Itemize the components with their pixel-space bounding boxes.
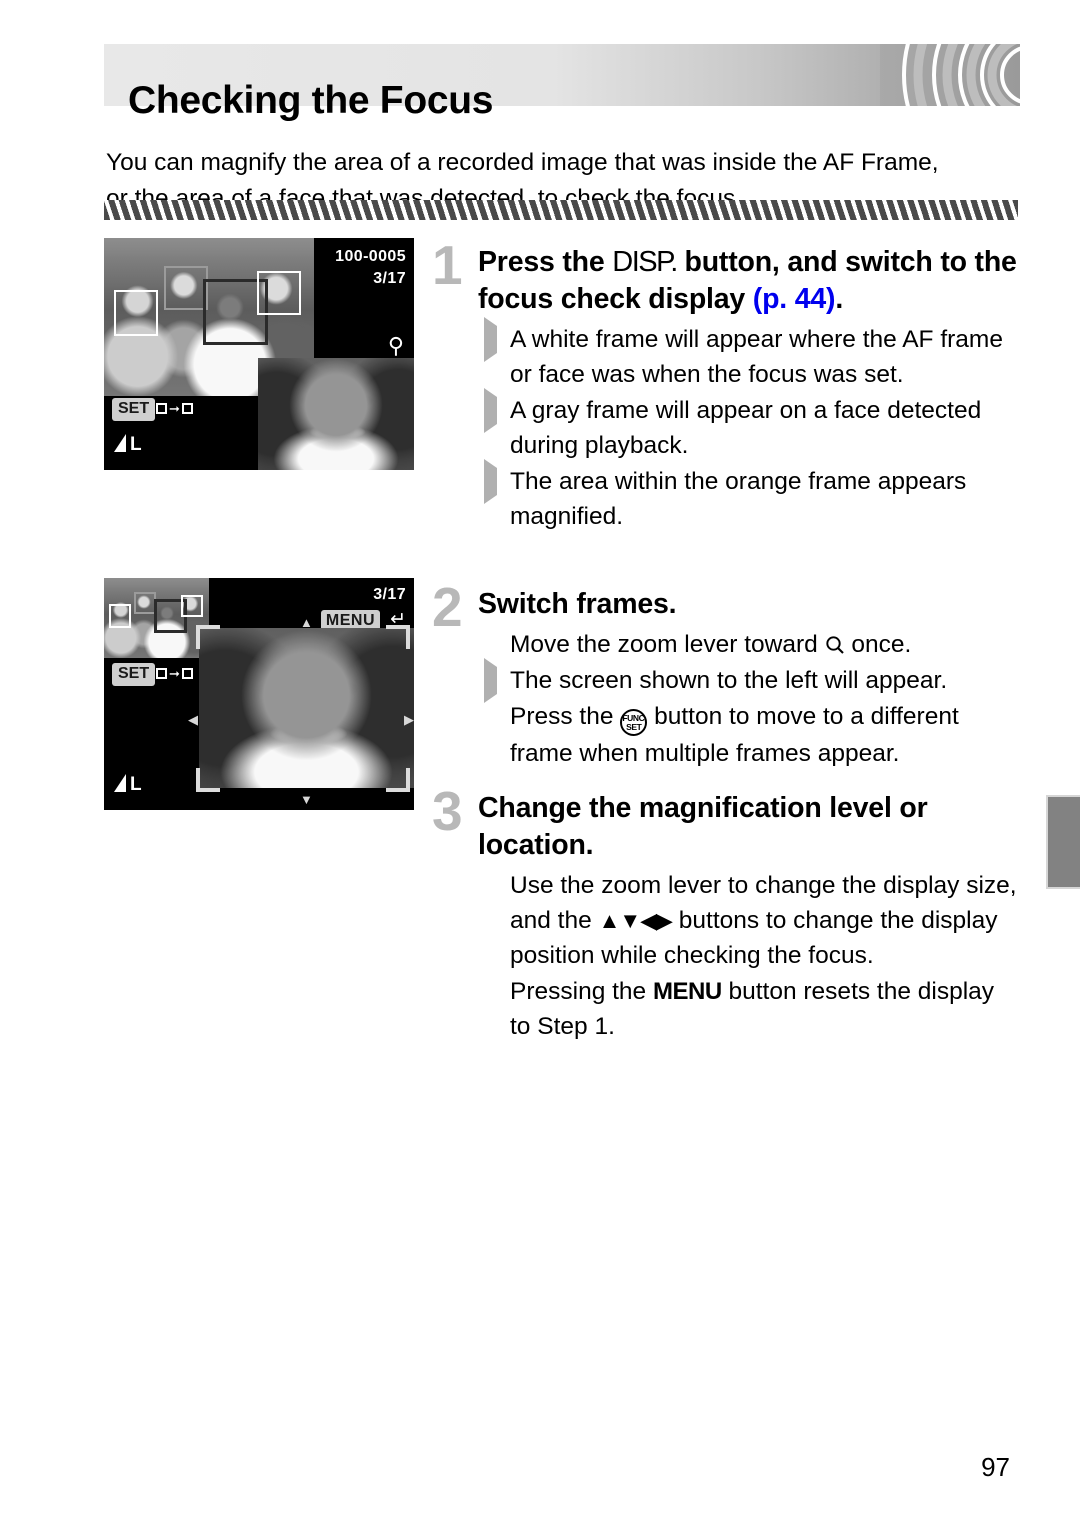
- quality-label: L: [130, 774, 142, 795]
- magnified-face-view: [199, 628, 414, 788]
- step-3: 3 Change the magnification level or loca…: [432, 784, 1020, 1045]
- frame-square-a: [156, 403, 167, 415]
- triangle-bullet-icon: [478, 388, 500, 433]
- bracket-bottom-right: [386, 768, 410, 792]
- af-frame-white-1: [109, 604, 131, 628]
- set-action-icon: ➞: [156, 400, 193, 418]
- chapter-tab-marker: [1046, 795, 1080, 889]
- arrow-right-icon: ➞: [169, 665, 180, 681]
- bullet-text-before: Press the: [510, 703, 621, 730]
- bullet-item: A gray frame will appear on a face detec…: [478, 388, 1020, 463]
- step-2-body: Move the zoom lever toward once. The scr…: [478, 627, 1020, 771]
- menu-button-icon: MENU: [653, 978, 722, 1005]
- set-badge: SET: [112, 398, 156, 421]
- frame-square-b: [181, 668, 193, 680]
- image-quality-icon: L: [114, 774, 142, 796]
- page-title: Checking the Focus: [128, 79, 494, 123]
- lens-arc-decoration: [880, 44, 1020, 106]
- bullet-text-before: Pressing the: [510, 978, 653, 1005]
- af-frame-white-1: [114, 290, 158, 336]
- quality-label: L: [130, 434, 142, 455]
- dot-bullet-icon: [478, 707, 500, 729]
- nav-down-icon: ▼: [300, 792, 313, 807]
- set-action-icon: ➞: [156, 665, 193, 683]
- triangle-bullet-icon: [478, 658, 500, 703]
- screenshot-focus-check-display: 100-0005 3/17 ⚲ SET ➞ L: [104, 238, 414, 470]
- bullet-item: Press the FUNC. SET button to move to a d…: [478, 699, 1020, 771]
- up-down-left-right-buttons-icon: ▲▼◀▶: [598, 908, 673, 933]
- step-1-body: A white frame will appear where the AF f…: [478, 317, 1020, 534]
- image-quality-icon: L: [114, 434, 142, 456]
- bullet-item: A white frame will appear where the AF f…: [478, 317, 1020, 392]
- nav-right-icon: ▶: [404, 712, 414, 727]
- bullet-text: A white frame will appear where the AF f…: [510, 326, 1003, 388]
- bullet-text-before: Move the zoom lever toward: [510, 631, 825, 658]
- arrow-right-icon: ➞: [169, 400, 180, 416]
- bracket-bottom-left: [196, 768, 220, 792]
- nav-left-icon: ◀: [188, 712, 198, 727]
- af-frame-gray-1: [134, 592, 156, 614]
- magnified-face-inset: [258, 358, 414, 470]
- quality-wedge-icon: [114, 774, 126, 792]
- bracket-top-left: [196, 625, 220, 649]
- page-number: 97: [981, 1452, 1010, 1482]
- magnifier-icon: [825, 630, 845, 654]
- page-reference-link[interactable]: (p. 44): [753, 283, 836, 315]
- step-2-number: 2: [432, 576, 463, 638]
- step-3-heading: Change the magnification level or locati…: [478, 792, 928, 861]
- af-frame-gray-1: [164, 266, 208, 310]
- dot-bullet-icon: [478, 876, 500, 898]
- step-3-body: Use the zoom lever to change the display…: [478, 868, 1020, 1044]
- nav-up-icon: ▲: [300, 615, 313, 630]
- screenshot-magnified-focus-check: 3/17 MENU ↵ SET ➞ L ▲ ▼ ◀ ▶: [104, 578, 414, 810]
- dot-bullet-icon: [478, 982, 500, 1004]
- triangle-bullet-icon: [478, 459, 500, 504]
- bullet-text: A gray frame will appear on a face detec…: [510, 397, 982, 459]
- step-3-number: 3: [432, 780, 463, 842]
- bullet-item: The screen shown to the left will appear…: [478, 658, 1020, 703]
- frame-square-a: [156, 668, 167, 680]
- frame-counter-osd: 3/17: [373, 586, 406, 603]
- dot-bullet-icon: [478, 635, 500, 657]
- step-1-heading: Press the DISP. button, and switch to th…: [478, 244, 1020, 318]
- bullet-item: Use the zoom lever to change the display…: [478, 868, 1020, 973]
- bullet-item: Move the zoom lever toward once.: [478, 627, 1020, 662]
- bracket-top-right: [386, 625, 410, 649]
- frame-counter-osd: 3/17: [373, 270, 406, 287]
- frame-square-b: [181, 403, 193, 415]
- bullet-item: Pressing the MENU button resets the disp…: [478, 974, 1020, 1044]
- file-number-osd: 100-0005: [335, 248, 406, 265]
- disp-button-icon: DISP.: [612, 246, 678, 278]
- section-divider: [104, 200, 1018, 220]
- af-frame-white-2: [257, 271, 301, 315]
- func-set-button-icon: FUNC. SET: [620, 709, 648, 736]
- step-1: 1 Press the DISP. button, and switch to …: [432, 238, 1020, 535]
- bullet-text: The screen shown to the left will appear…: [510, 667, 948, 694]
- bullet-text: The area within the orange frame appears…: [510, 468, 967, 530]
- step-1-heading-before: Press the: [478, 246, 613, 278]
- step-2-heading: Switch frames.: [478, 588, 677, 620]
- step-1-heading-after: .: [835, 283, 844, 315]
- triangle-bullet-icon: [478, 317, 500, 362]
- af-frame-white-2: [181, 595, 203, 617]
- step-2: 2 Switch frames. Move the zoom lever tow…: [432, 580, 1020, 772]
- quality-wedge-icon: [114, 434, 126, 452]
- bullet-text-after: once.: [844, 631, 912, 658]
- magnifier-icon: ⚲: [387, 333, 404, 358]
- step-1-number: 1: [432, 234, 463, 296]
- lens-arc-svg: [880, 44, 1020, 106]
- bullet-item: The area within the orange frame appears…: [478, 459, 1020, 534]
- set-badge: SET: [112, 663, 156, 686]
